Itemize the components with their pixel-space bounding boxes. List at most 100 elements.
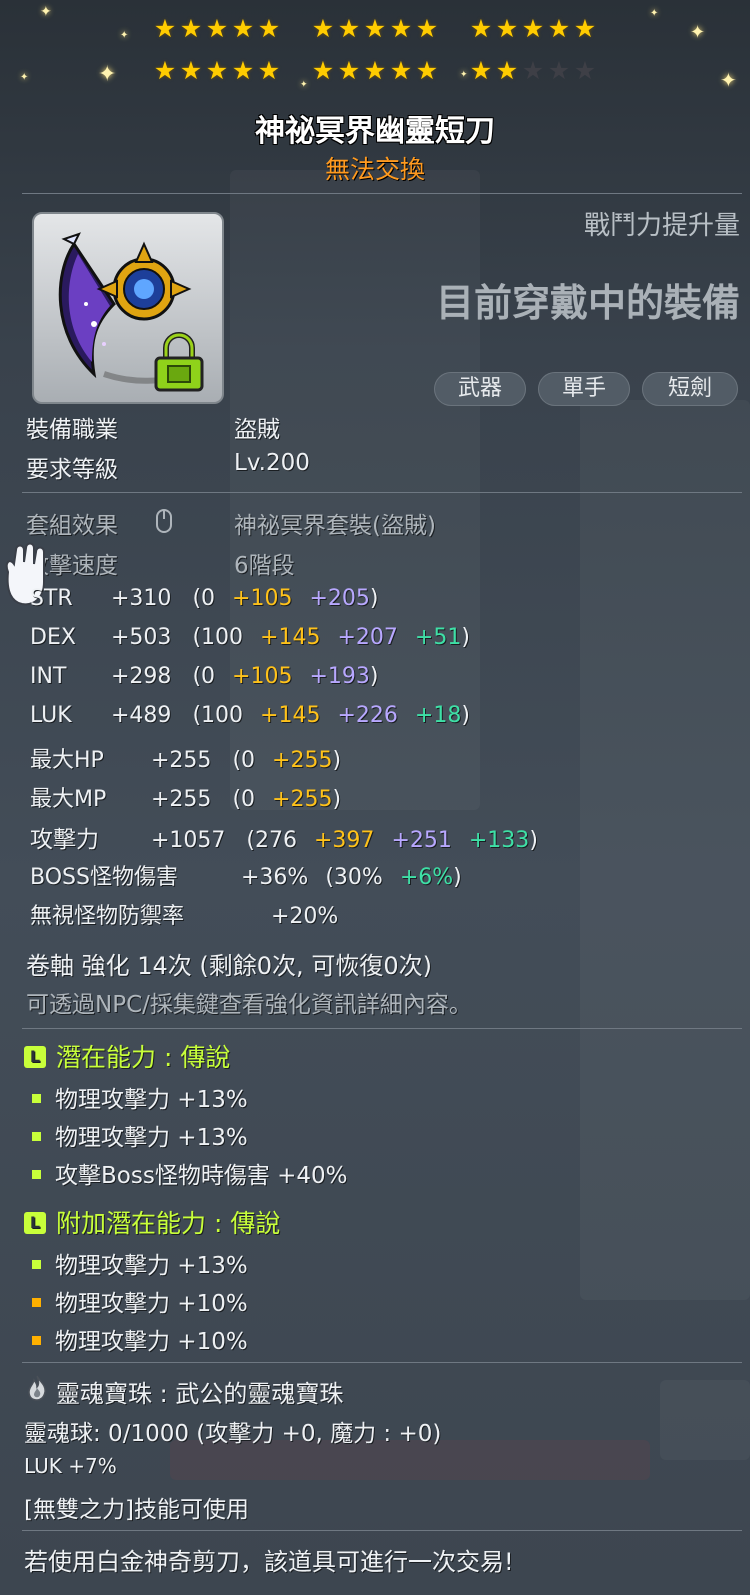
- stat-close: ): [369, 664, 379, 689]
- stat-bonus-flame: +255: [272, 748, 333, 773]
- tag-dagger: 短劍: [642, 372, 738, 406]
- stat-close: ): [332, 748, 342, 773]
- stat-total: +503: [111, 625, 172, 650]
- legendary-grade-icon: L: [24, 1046, 46, 1068]
- power-increase-label: 戰鬥力提升量: [583, 211, 740, 241]
- tag-weapon: 武器: [434, 372, 526, 406]
- star-force-row-2: ★ ★ ★ ★ ★ ★ ★ ★ ★ ★ ★ ★ ★ ★ ★: [153, 56, 597, 85]
- set-effect-label: 套組效果: [26, 513, 118, 539]
- star-force-row-1: ★ ★ ★ ★ ★ ★ ★ ★ ★ ★ ★ ★ ★ ★ ★: [153, 14, 597, 43]
- background-panel: [580, 400, 750, 1300]
- bonus-potential-line: 物理攻擊力 +10%: [32, 1322, 248, 1356]
- stat-name: 最大HP: [30, 748, 104, 773]
- stat-name: STR: [30, 586, 73, 611]
- stat-base: (100: [192, 625, 244, 650]
- bonus-potential-line-text: 物理攻擊力 +13%: [55, 1253, 248, 1279]
- soul-orb-info: 靈魂球: 0/1000 (攻擊力 +0, 魔力 : +0): [24, 1421, 442, 1447]
- set-effect-value[interactable]: 神祕冥界套裝(盜賊): [234, 506, 436, 540]
- bonus-potential-line: 物理攻擊力 +10%: [32, 1284, 248, 1318]
- equipped-status: 目前穿戴中的裝備: [435, 281, 740, 325]
- legendary-grade-icon: L: [24, 1212, 46, 1234]
- bonus-potential-line: 物理攻擊力 +13%: [32, 1246, 248, 1280]
- bonus-potential-line-text: 物理攻擊力 +10%: [55, 1329, 248, 1355]
- stat-bonus-flame: +145: [260, 703, 321, 728]
- potential-line: 物理攻擊力 +13%: [32, 1080, 248, 1114]
- bullet-icon: [32, 1170, 41, 1179]
- stat-attack: 攻擊力 +1057 (276 +397 +251 +133): [30, 820, 538, 854]
- stat-name: 無視怪物防禦率: [30, 904, 185, 929]
- trade-status: 無法交換: [324, 155, 425, 184]
- stat-name: 攻擊力: [30, 827, 99, 853]
- stat-bonus-starforce: +205: [309, 586, 370, 611]
- stat-bonus-flame: +145: [260, 625, 321, 650]
- stat-base: (100: [192, 703, 244, 728]
- stat-name: LUK: [30, 703, 72, 728]
- stat-base: (0: [232, 787, 256, 812]
- bullet-icon: [32, 1298, 41, 1307]
- stat-bonus-flame: +255: [272, 787, 333, 812]
- bullet-icon: [32, 1336, 41, 1345]
- stat-close: ): [332, 787, 342, 812]
- stat-bonus-starforce: +226: [337, 703, 398, 728]
- stat-bonus-flame: +105: [232, 664, 293, 689]
- soul-title: 靈魂寶珠 : 武公的靈魂寶珠: [56, 1380, 344, 1408]
- potential-line: 物理攻擊力 +13%: [32, 1118, 248, 1152]
- level-value: Lv.200: [234, 450, 310, 476]
- stat-total: +1057: [151, 828, 226, 853]
- stat-close: ): [529, 828, 538, 853]
- stat-total: +489: [111, 703, 172, 728]
- scroll-upgrade-info: 卷軸 強化 14次 (剩餘0次, 可恢復0次): [26, 952, 432, 980]
- job-value: 盜賊: [234, 417, 280, 443]
- stat-bonus-flame: +105: [232, 586, 293, 611]
- divider: [22, 492, 742, 493]
- stat-base: (0: [192, 664, 216, 689]
- stat-total: +255: [151, 787, 212, 812]
- background-panel: [660, 1380, 750, 1460]
- stat-bonus-enhance: +6%: [399, 865, 454, 890]
- stat-total: +20%: [271, 904, 339, 929]
- stat-max-mp: 最大MP +255 (0 +255): [30, 781, 341, 813]
- stat-str: STR +310 (0 +105 +205): [30, 586, 379, 611]
- stat-boss-damage: BOSS怪物傷害 +36% (30% +6%): [30, 859, 462, 891]
- attack-speed-value: 6階段: [234, 553, 295, 579]
- stat-int: INT +298 (0 +105 +193): [30, 664, 379, 689]
- job-label: 裝備職業: [26, 417, 118, 443]
- stat-bonus-enhance: +18: [414, 703, 462, 728]
- stat-dex: DEX +503 (100 +145 +207 +51): [30, 625, 470, 650]
- stat-close: ): [461, 703, 470, 728]
- tag-one-handed: 單手: [538, 372, 630, 406]
- stat-bonus-starforce: +207: [337, 625, 398, 650]
- potential-line-text: 物理攻擊力 +13%: [55, 1125, 248, 1151]
- item-tooltip: ✦ ✦ ✦ ✦ ✦ ✦ ✦ ✦ ✦ ★ ★ ★ ★ ★ ★ ★ ★ ★ ★ ★ ★ ★ ★ ★ ★ ★ ★ ★…: [0, 0, 750, 1595]
- flame-icon: [28, 1375, 46, 1401]
- stat-total: +310: [111, 586, 172, 611]
- stat-close: ): [369, 586, 379, 611]
- stat-name: DEX: [30, 625, 76, 650]
- stat-base: (0: [192, 586, 216, 611]
- level-label: 要求等級: [26, 457, 118, 483]
- stat-base: (30%: [325, 865, 383, 890]
- mouse-icon: [156, 509, 172, 533]
- stat-name: 最大MP: [30, 787, 107, 812]
- stat-bonus-enhance: +133: [468, 828, 530, 853]
- divider: [22, 1362, 742, 1363]
- bullet-icon: [32, 1260, 41, 1269]
- stat-bonus-flame: +397: [314, 828, 375, 853]
- potential-title: L 潛在能力 : 傳說: [24, 1038, 230, 1074]
- soul-luk: LUK +7%: [24, 1454, 117, 1478]
- bullet-icon: [32, 1094, 41, 1103]
- potential-line: 攻擊Boss怪物時傷害 +40%: [32, 1156, 348, 1190]
- item-icon-frame[interactable]: [32, 212, 224, 404]
- stat-bonus-enhance: +51: [414, 625, 462, 650]
- stat-total: +255: [151, 748, 212, 773]
- stat-name: BOSS怪物傷害: [30, 865, 178, 890]
- divider: [22, 193, 742, 194]
- divider: [22, 1028, 742, 1029]
- stat-base: (276: [246, 828, 297, 853]
- trade-hint: 若使用白金神奇剪刀，該道具可進行一次交易!: [24, 1548, 514, 1576]
- bonus-potential-title: L 附加潛在能力 : 傳說: [24, 1204, 280, 1240]
- stat-bonus-starforce: +193: [309, 664, 370, 689]
- bonus-potential-line-text: 物理攻擊力 +10%: [55, 1291, 248, 1317]
- stat-bonus-starforce: +251: [391, 828, 452, 853]
- bonus-potential-title-text: 附加潛在能力 : 傳說: [56, 1209, 281, 1238]
